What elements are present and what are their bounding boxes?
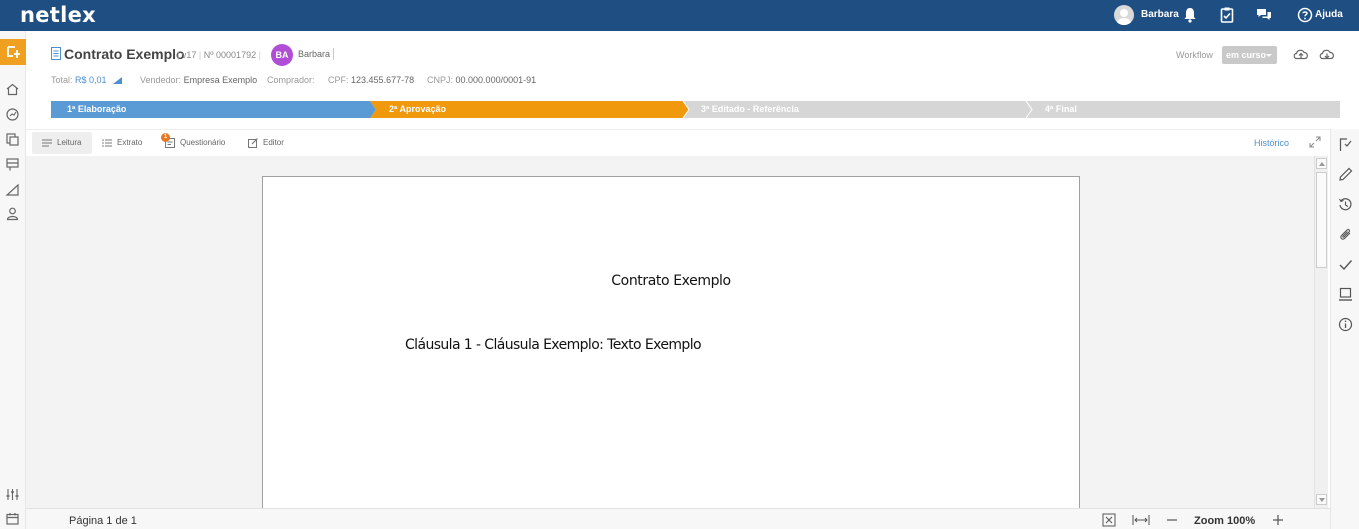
vendor-value: Empresa Exemplo bbox=[183, 75, 258, 85]
workflow-stages: 1ª Elaboração 2ª Aprovação 3ª Editado - … bbox=[51, 101, 1340, 118]
scroll-thumb[interactable] bbox=[1316, 172, 1327, 268]
tab-editor-label: Editor bbox=[263, 138, 284, 147]
cnpj-value: 00.000.000/0001-91 bbox=[455, 75, 537, 85]
tab-extrato[interactable]: Extrato bbox=[92, 132, 154, 154]
help-circle-icon[interactable] bbox=[1296, 6, 1314, 24]
total-info: Total: R$ 0,01 bbox=[51, 75, 123, 85]
tab-editor[interactable]: Editor bbox=[238, 132, 294, 154]
top-navbar: netlex Barbara Ajuda bbox=[0, 0, 1359, 31]
document-clause: Cláusula 1 - Cláusula Exemplo: Texto Exe… bbox=[405, 337, 702, 353]
vendor-label: Vendedor: bbox=[140, 75, 182, 85]
scroll-down-button[interactable] bbox=[1316, 494, 1327, 505]
contracts-nav-item[interactable] bbox=[0, 39, 26, 65]
fit-page-icon[interactable] bbox=[1102, 513, 1116, 527]
filters-icon[interactable] bbox=[5, 487, 20, 502]
stage-aprovacao[interactable]: 2ª Aprovação bbox=[373, 101, 446, 118]
tab-extrato-label: Extrato bbox=[117, 138, 143, 147]
bell-icon[interactable] bbox=[1181, 6, 1199, 24]
tab-leitura[interactable]: Leitura bbox=[32, 132, 92, 154]
info-icon[interactable] bbox=[1338, 317, 1353, 332]
netlex-logo[interactable]: netlex bbox=[20, 3, 96, 27]
header-divider bbox=[333, 48, 334, 60]
flag-check-icon[interactable] bbox=[1338, 137, 1353, 152]
document-footer: Página 1 de 1 Zoom 100% bbox=[26, 508, 1330, 529]
edit-icon bbox=[248, 138, 258, 148]
document-number: Nº 00001792 bbox=[203, 50, 257, 60]
cloud-download-icon[interactable] bbox=[1318, 46, 1336, 62]
fit-width-icon[interactable] bbox=[1132, 513, 1150, 527]
documents-icon[interactable] bbox=[5, 132, 20, 147]
zoom-in-icon[interactable] bbox=[1271, 513, 1285, 527]
vendor-info: Vendedor: Empresa Exemplo bbox=[140, 75, 257, 85]
monitor-icon[interactable] bbox=[1338, 287, 1353, 302]
cpf-info: CPF: 123.455.677-78 bbox=[328, 75, 414, 85]
document-page: Contrato Exemplo Cláusula 1 - Cláusula E… bbox=[262, 176, 1080, 508]
page-indicator: Página 1 de 1 bbox=[69, 515, 137, 527]
lines-icon bbox=[42, 139, 52, 147]
document-viewer[interactable]: Contrato Exemplo Cláusula 1 - Cláusula E… bbox=[26, 156, 1314, 508]
check-icon[interactable] bbox=[1338, 257, 1353, 272]
user-avatar[interactable] bbox=[1114, 5, 1134, 25]
stage-elaboracao[interactable]: 1ª Elaboração bbox=[51, 101, 126, 118]
stage-final[interactable]: 4ª Final bbox=[1029, 101, 1077, 118]
cnpj-label: CNPJ: bbox=[427, 75, 454, 85]
workflow-status-dropdown[interactable]: em curso bbox=[1222, 46, 1277, 64]
tab-questionario[interactable]: 1 Questionário bbox=[155, 132, 235, 154]
calendar-icon[interactable] bbox=[5, 511, 20, 526]
questionario-badge: 1 bbox=[161, 133, 170, 142]
user-icon[interactable] bbox=[5, 206, 20, 221]
chart-trend-icon bbox=[113, 77, 123, 85]
scroll-up-button[interactable] bbox=[1316, 158, 1327, 169]
templates-icon[interactable] bbox=[5, 157, 20, 172]
total-label: Total: bbox=[51, 75, 73, 85]
right-toolbar bbox=[1330, 129, 1359, 529]
owner-name: Barbara bbox=[298, 49, 331, 59]
expand-icon[interactable] bbox=[1309, 136, 1321, 148]
tab-leitura-label: Leitura bbox=[57, 138, 82, 147]
document-icon bbox=[51, 47, 61, 60]
left-sidebar bbox=[0, 31, 26, 529]
contracts-icon bbox=[7, 46, 20, 58]
cloud-upload-icon[interactable] bbox=[1292, 46, 1310, 62]
buyer-info: Comprador: bbox=[267, 75, 315, 85]
buyer-label: Comprador: bbox=[267, 75, 315, 85]
clipboard-check-icon[interactable] bbox=[1218, 6, 1236, 24]
topbar-user-name[interactable]: Barbara bbox=[1141, 9, 1179, 20]
vertical-scrollbar[interactable] bbox=[1314, 156, 1328, 508]
historico-link[interactable]: Histórico bbox=[1254, 138, 1289, 148]
chat-icon[interactable] bbox=[1255, 6, 1273, 24]
workflow-label: Workflow bbox=[1176, 50, 1213, 60]
pen-icon[interactable] bbox=[1338, 167, 1353, 182]
stage-editado-referencia[interactable]: 3ª Editado - Referência bbox=[685, 101, 799, 118]
total-value[interactable]: R$ 0,01 bbox=[75, 75, 107, 85]
tab-questionario-label: Questionário bbox=[180, 138, 226, 147]
paperclip-icon[interactable] bbox=[1338, 227, 1353, 242]
home-icon[interactable] bbox=[5, 82, 20, 97]
zoom-out-icon[interactable] bbox=[1165, 513, 1179, 527]
cpf-value: 123.455.677-78 bbox=[351, 75, 415, 85]
cpf-label: CPF: bbox=[328, 75, 349, 85]
owner-avatar[interactable]: BA bbox=[271, 44, 293, 66]
help-link[interactable]: Ajuda bbox=[1315, 9, 1343, 20]
reports-icon[interactable] bbox=[5, 182, 20, 197]
document-page-title: Contrato Exemplo bbox=[611, 273, 731, 289]
dashboard-icon[interactable] bbox=[5, 107, 20, 122]
view-tabs: Leitura Extrato 1 Questionário Editor Hi… bbox=[26, 129, 1330, 156]
history-icon[interactable] bbox=[1338, 197, 1353, 212]
document-title: Contrato Exemplo bbox=[64, 46, 185, 62]
list-icon bbox=[102, 139, 112, 147]
cnpj-info: CNPJ: 00.000.000/0001-91 bbox=[427, 75, 536, 85]
document-version: v17 bbox=[181, 50, 197, 60]
zoom-level: Zoom 100% bbox=[1194, 515, 1256, 527]
document-meta: | v17 | Nº 00001792 | bbox=[177, 50, 261, 60]
